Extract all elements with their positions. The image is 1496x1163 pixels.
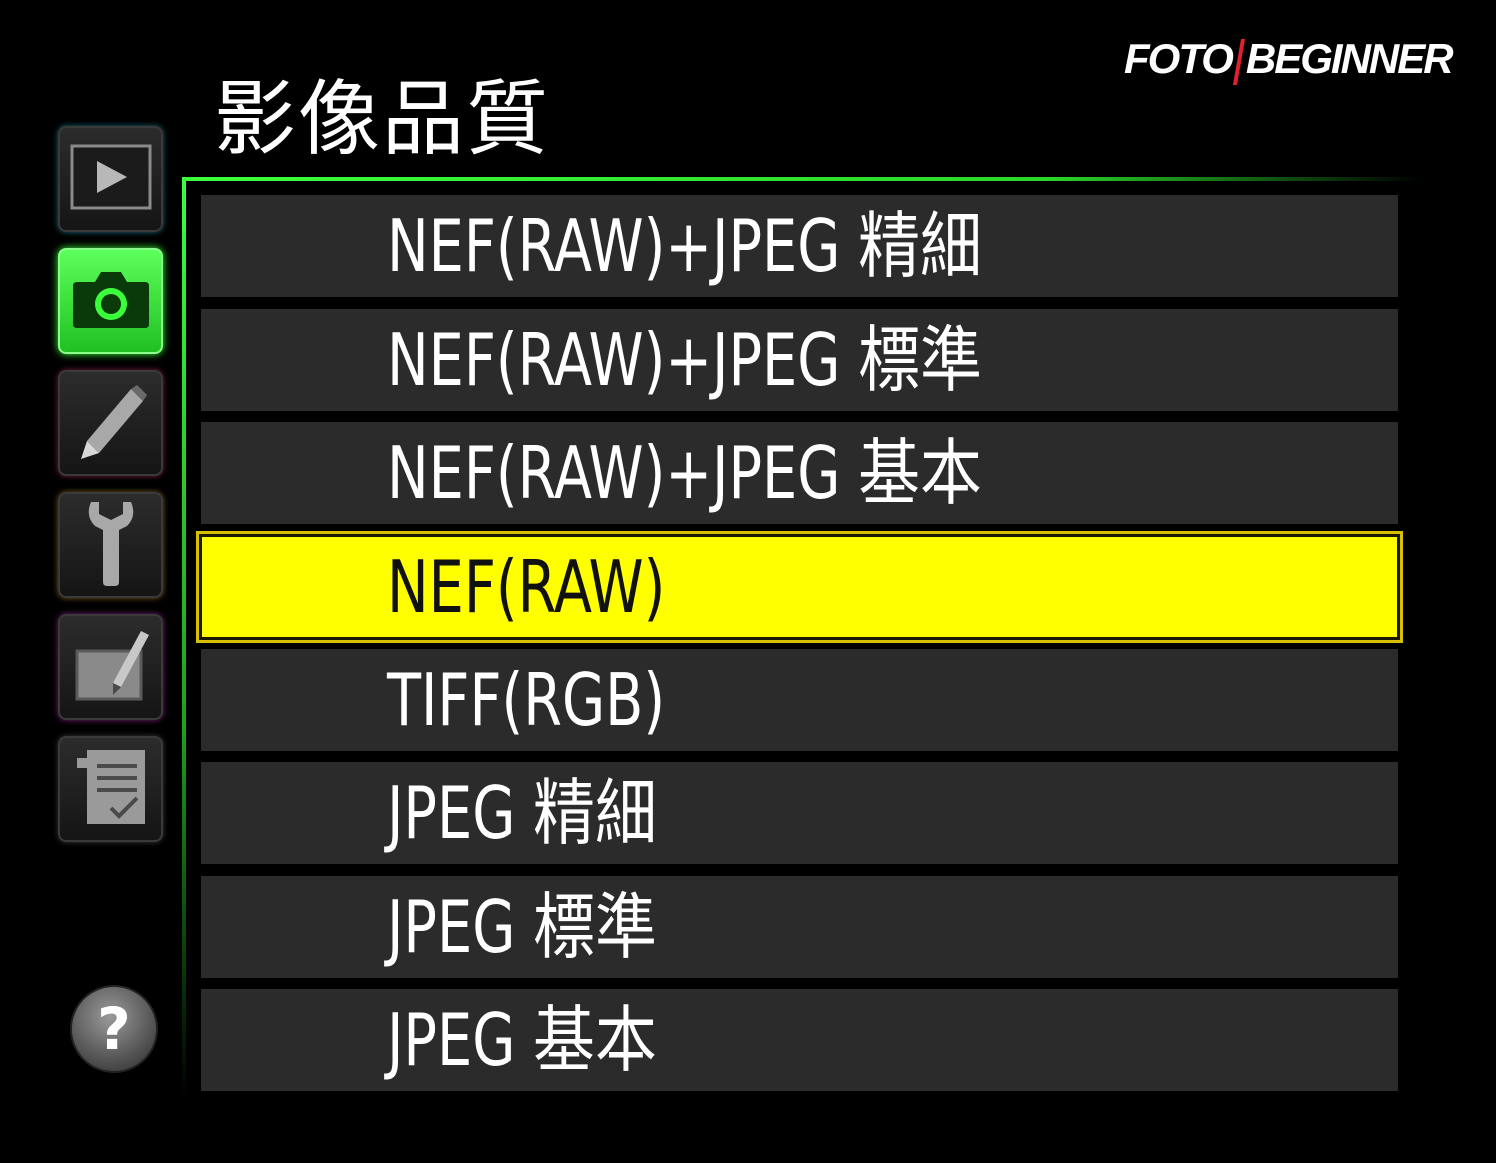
option-nef-raw[interactable]: NEF(RAW)	[196, 531, 1403, 643]
panel-border-top	[182, 177, 1422, 181]
option-label: NEF(RAW)	[387, 545, 666, 629]
help-button[interactable]: ?	[70, 985, 158, 1073]
retouch-brush-icon	[69, 625, 153, 709]
help-icon: ?	[97, 995, 131, 1063]
option-label: JPEG 標準	[387, 885, 657, 969]
camera-icon	[69, 266, 153, 336]
option-jpeg-basic[interactable]: JPEG 基本	[201, 989, 1398, 1091]
option-label: NEF(RAW)+JPEG 標準	[387, 318, 982, 402]
option-nef-raw-jpeg-basic[interactable]: NEF(RAW)+JPEG 基本	[201, 422, 1398, 524]
watermark-logo: FOTO BEGINNER	[1124, 34, 1464, 85]
option-label: NEF(RAW)+JPEG 基本	[387, 431, 982, 515]
sidebar-item-setup-menu[interactable]	[58, 492, 163, 598]
option-nef-raw-jpeg-normal[interactable]: NEF(RAW)+JPEG 標準	[201, 309, 1398, 411]
option-jpeg-normal[interactable]: JPEG 標準	[201, 876, 1398, 978]
wrench-icon	[81, 498, 141, 592]
option-tiff-rgb[interactable]: TIFF(RGB)	[201, 649, 1398, 751]
sidebar-item-retouch-menu[interactable]	[58, 614, 163, 720]
menu-title: 影像品質	[214, 72, 551, 167]
sidebar-item-custom-settings-menu[interactable]	[58, 370, 163, 476]
option-label: NEF(RAW)+JPEG 精細	[387, 204, 982, 288]
watermark-text-left: FOTO	[1124, 35, 1234, 82]
sidebar-item-shooting-menu[interactable]	[58, 248, 163, 354]
watermark-text-right: BEGINNER	[1245, 35, 1454, 82]
play-icon	[69, 143, 153, 215]
sidebar-item-recent-settings-menu[interactable]	[58, 736, 163, 842]
sidebar-item-playback-menu[interactable]	[58, 126, 163, 232]
panel-border-left	[182, 177, 186, 1097]
checklist-icon	[71, 744, 151, 834]
option-label: JPEG 精細	[387, 771, 657, 855]
option-label: JPEG 基本	[387, 998, 657, 1082]
option-nef-raw-jpeg-fine[interactable]: NEF(RAW)+JPEG 精細	[201, 195, 1398, 297]
watermark-separator	[1232, 38, 1245, 85]
option-label: TIFF(RGB)	[387, 658, 666, 742]
pencil-icon	[69, 379, 153, 467]
option-jpeg-fine[interactable]: JPEG 精細	[201, 762, 1398, 864]
